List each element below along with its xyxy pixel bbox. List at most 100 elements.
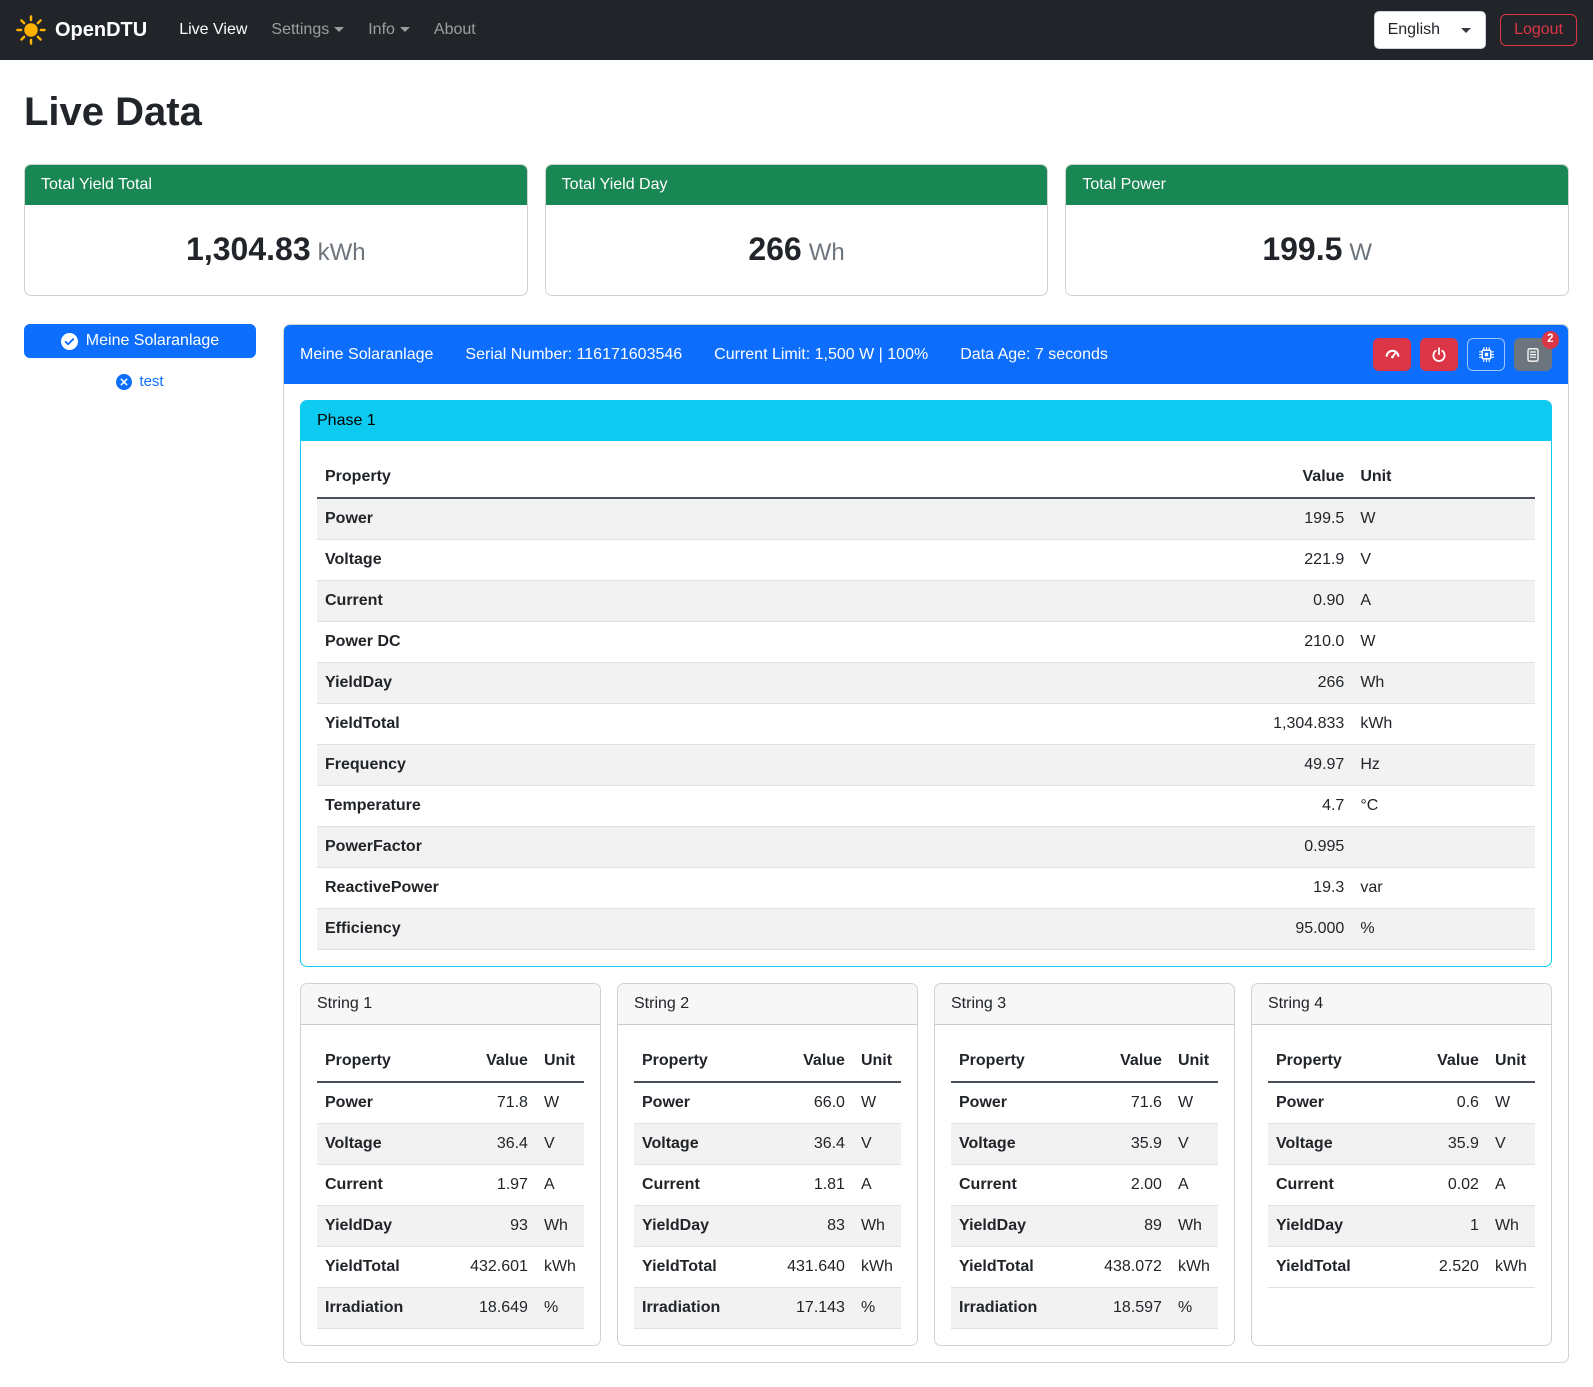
logout-button[interactable]: Logout: [1500, 14, 1577, 46]
value-cell: 0.6: [1415, 1082, 1487, 1124]
limit-settings-button[interactable]: [1373, 338, 1411, 371]
strings-row: String 1 Property Value Unit: [300, 983, 1552, 1346]
value-cell: 1.97: [462, 1165, 536, 1206]
property-cell: Efficiency: [317, 909, 1084, 950]
device-info-button[interactable]: [1467, 338, 1505, 371]
nav-about[interactable]: About: [422, 10, 488, 50]
table-row: YieldTotal 438.072 kWh: [951, 1247, 1218, 1288]
event-log-button[interactable]: 2: [1514, 338, 1552, 371]
property-cell: Current: [317, 581, 1084, 622]
unit-cell: A: [1352, 581, 1535, 622]
table-row: Power 66.0 W: [634, 1082, 901, 1124]
unit-cell: W: [1170, 1082, 1218, 1124]
inverter-limit: Current Limit: 1,500 W | 100%: [714, 343, 928, 367]
language-select-value: English: [1388, 18, 1440, 42]
table-row: Current 0.90 A: [317, 581, 1535, 622]
string-card-title: String 4: [1252, 984, 1551, 1025]
value-cell: 2.520: [1415, 1247, 1487, 1288]
chevron-down-icon: [400, 27, 410, 32]
card-body: 199.5W: [1066, 205, 1568, 295]
main-row: Meine Solaranlage test Meine Solaranlage…: [24, 324, 1569, 1363]
brand-link[interactable]: OpenDTU: [16, 15, 147, 45]
journal-icon: [1525, 347, 1541, 363]
property-cell: YieldDay: [317, 663, 1084, 704]
unit-cell: kWh: [853, 1247, 901, 1288]
table-row: YieldTotal 432.601 kWh: [317, 1247, 584, 1288]
string-2-card: String 2 Property Value Unit: [617, 983, 918, 1346]
column-header-value: Value: [462, 1041, 536, 1082]
unit-cell: var: [1352, 868, 1535, 909]
table-row: Power 0.6 W: [1268, 1082, 1535, 1124]
value-cell: 36.4: [779, 1124, 853, 1165]
column-header-property: Property: [1268, 1041, 1415, 1082]
nav-info[interactable]: Info: [356, 10, 422, 50]
value-cell: 221.9: [1084, 540, 1352, 581]
value-cell: 95.000: [1084, 909, 1352, 950]
nav-live-view[interactable]: Live View: [167, 10, 259, 50]
column-header-unit: Unit: [1170, 1041, 1218, 1082]
string-4-table: Property Value Unit Power: [1268, 1041, 1535, 1288]
table-row: Power 71.6 W: [951, 1082, 1218, 1124]
string-card-body: Property Value Unit Power: [618, 1025, 917, 1345]
column-header-unit: Unit: [1352, 457, 1535, 498]
value-cell: 266: [1084, 663, 1352, 704]
property-cell: Power: [951, 1082, 1096, 1124]
string-card-title: String 3: [935, 984, 1234, 1025]
value-cell: 1.81: [779, 1165, 853, 1206]
property-cell: Current: [634, 1165, 779, 1206]
table-header-row: Property Value Unit: [317, 457, 1535, 498]
unit-cell: W: [1352, 622, 1535, 663]
property-cell: Current: [1268, 1165, 1415, 1206]
card-title: Total Yield Total: [25, 165, 527, 205]
value-cell: 1: [1415, 1206, 1487, 1247]
property-cell: Power DC: [317, 622, 1084, 663]
value-cell: 36.4: [462, 1124, 536, 1165]
property-cell: Irradiation: [317, 1288, 462, 1329]
cpu-icon: [1478, 346, 1495, 363]
string-1-table: Property Value Unit Power: [317, 1041, 584, 1329]
table-row: Efficiency 95.000 %: [317, 909, 1535, 950]
property-cell: ReactivePower: [317, 868, 1084, 909]
check-circle-icon: [61, 333, 78, 350]
string-card-title: String 2: [618, 984, 917, 1025]
table-row: Current 0.02 A: [1268, 1165, 1535, 1206]
power-button[interactable]: [1420, 338, 1458, 371]
navbar: OpenDTU Live View Settings Info About En…: [0, 0, 1593, 60]
property-cell: Voltage: [1268, 1124, 1415, 1165]
table-row: YieldTotal 2.520 kWh: [1268, 1247, 1535, 1288]
value-cell: 0.995: [1084, 827, 1352, 868]
string-2-table: Property Value Unit Power: [634, 1041, 901, 1329]
column-header-value: Value: [1096, 1041, 1170, 1082]
inverter-select-label: Meine Solaranlage: [86, 332, 219, 350]
inverter-card-header: Meine Solaranlage Serial Number: 1161716…: [284, 325, 1568, 384]
property-cell: Irradiation: [634, 1288, 779, 1329]
table-row: Frequency 49.97 Hz: [317, 745, 1535, 786]
column-header-property: Property: [634, 1041, 779, 1082]
table-row: YieldTotal 1,304.833 kWh: [317, 704, 1535, 745]
sidebar-item-test[interactable]: test: [24, 371, 256, 394]
value-cell: 4.7: [1084, 786, 1352, 827]
chevron-down-icon: [334, 27, 344, 32]
column-header-property: Property: [317, 457, 1084, 498]
table-row: Power 199.5 W: [317, 498, 1535, 540]
table-row: YieldTotal 431.640 kWh: [634, 1247, 901, 1288]
string-card-body: Property Value Unit Power: [301, 1025, 600, 1345]
sun-icon: [16, 15, 46, 45]
unit-cell: W: [536, 1082, 584, 1124]
unit-cell: A: [1487, 1165, 1535, 1206]
table-row: YieldDay 83 Wh: [634, 1206, 901, 1247]
language-select[interactable]: English: [1374, 11, 1486, 49]
unit-cell: V: [536, 1124, 584, 1165]
unit-cell: kWh: [1487, 1247, 1535, 1288]
brand-label: OpenDTU: [55, 15, 147, 45]
value-cell: 0.90: [1084, 581, 1352, 622]
value-cell: 93: [462, 1206, 536, 1247]
string-card-body: Property Value Unit Power: [935, 1025, 1234, 1345]
inverter-select-button[interactable]: Meine Solaranlage: [24, 324, 256, 358]
property-cell: YieldTotal: [1268, 1247, 1415, 1288]
value-cell: 18.597: [1096, 1288, 1170, 1329]
phase-table: Property Value Unit Power: [317, 457, 1535, 950]
table-row: Current 1.97 A: [317, 1165, 584, 1206]
nav-settings[interactable]: Settings: [259, 10, 356, 50]
property-cell: Voltage: [951, 1124, 1096, 1165]
